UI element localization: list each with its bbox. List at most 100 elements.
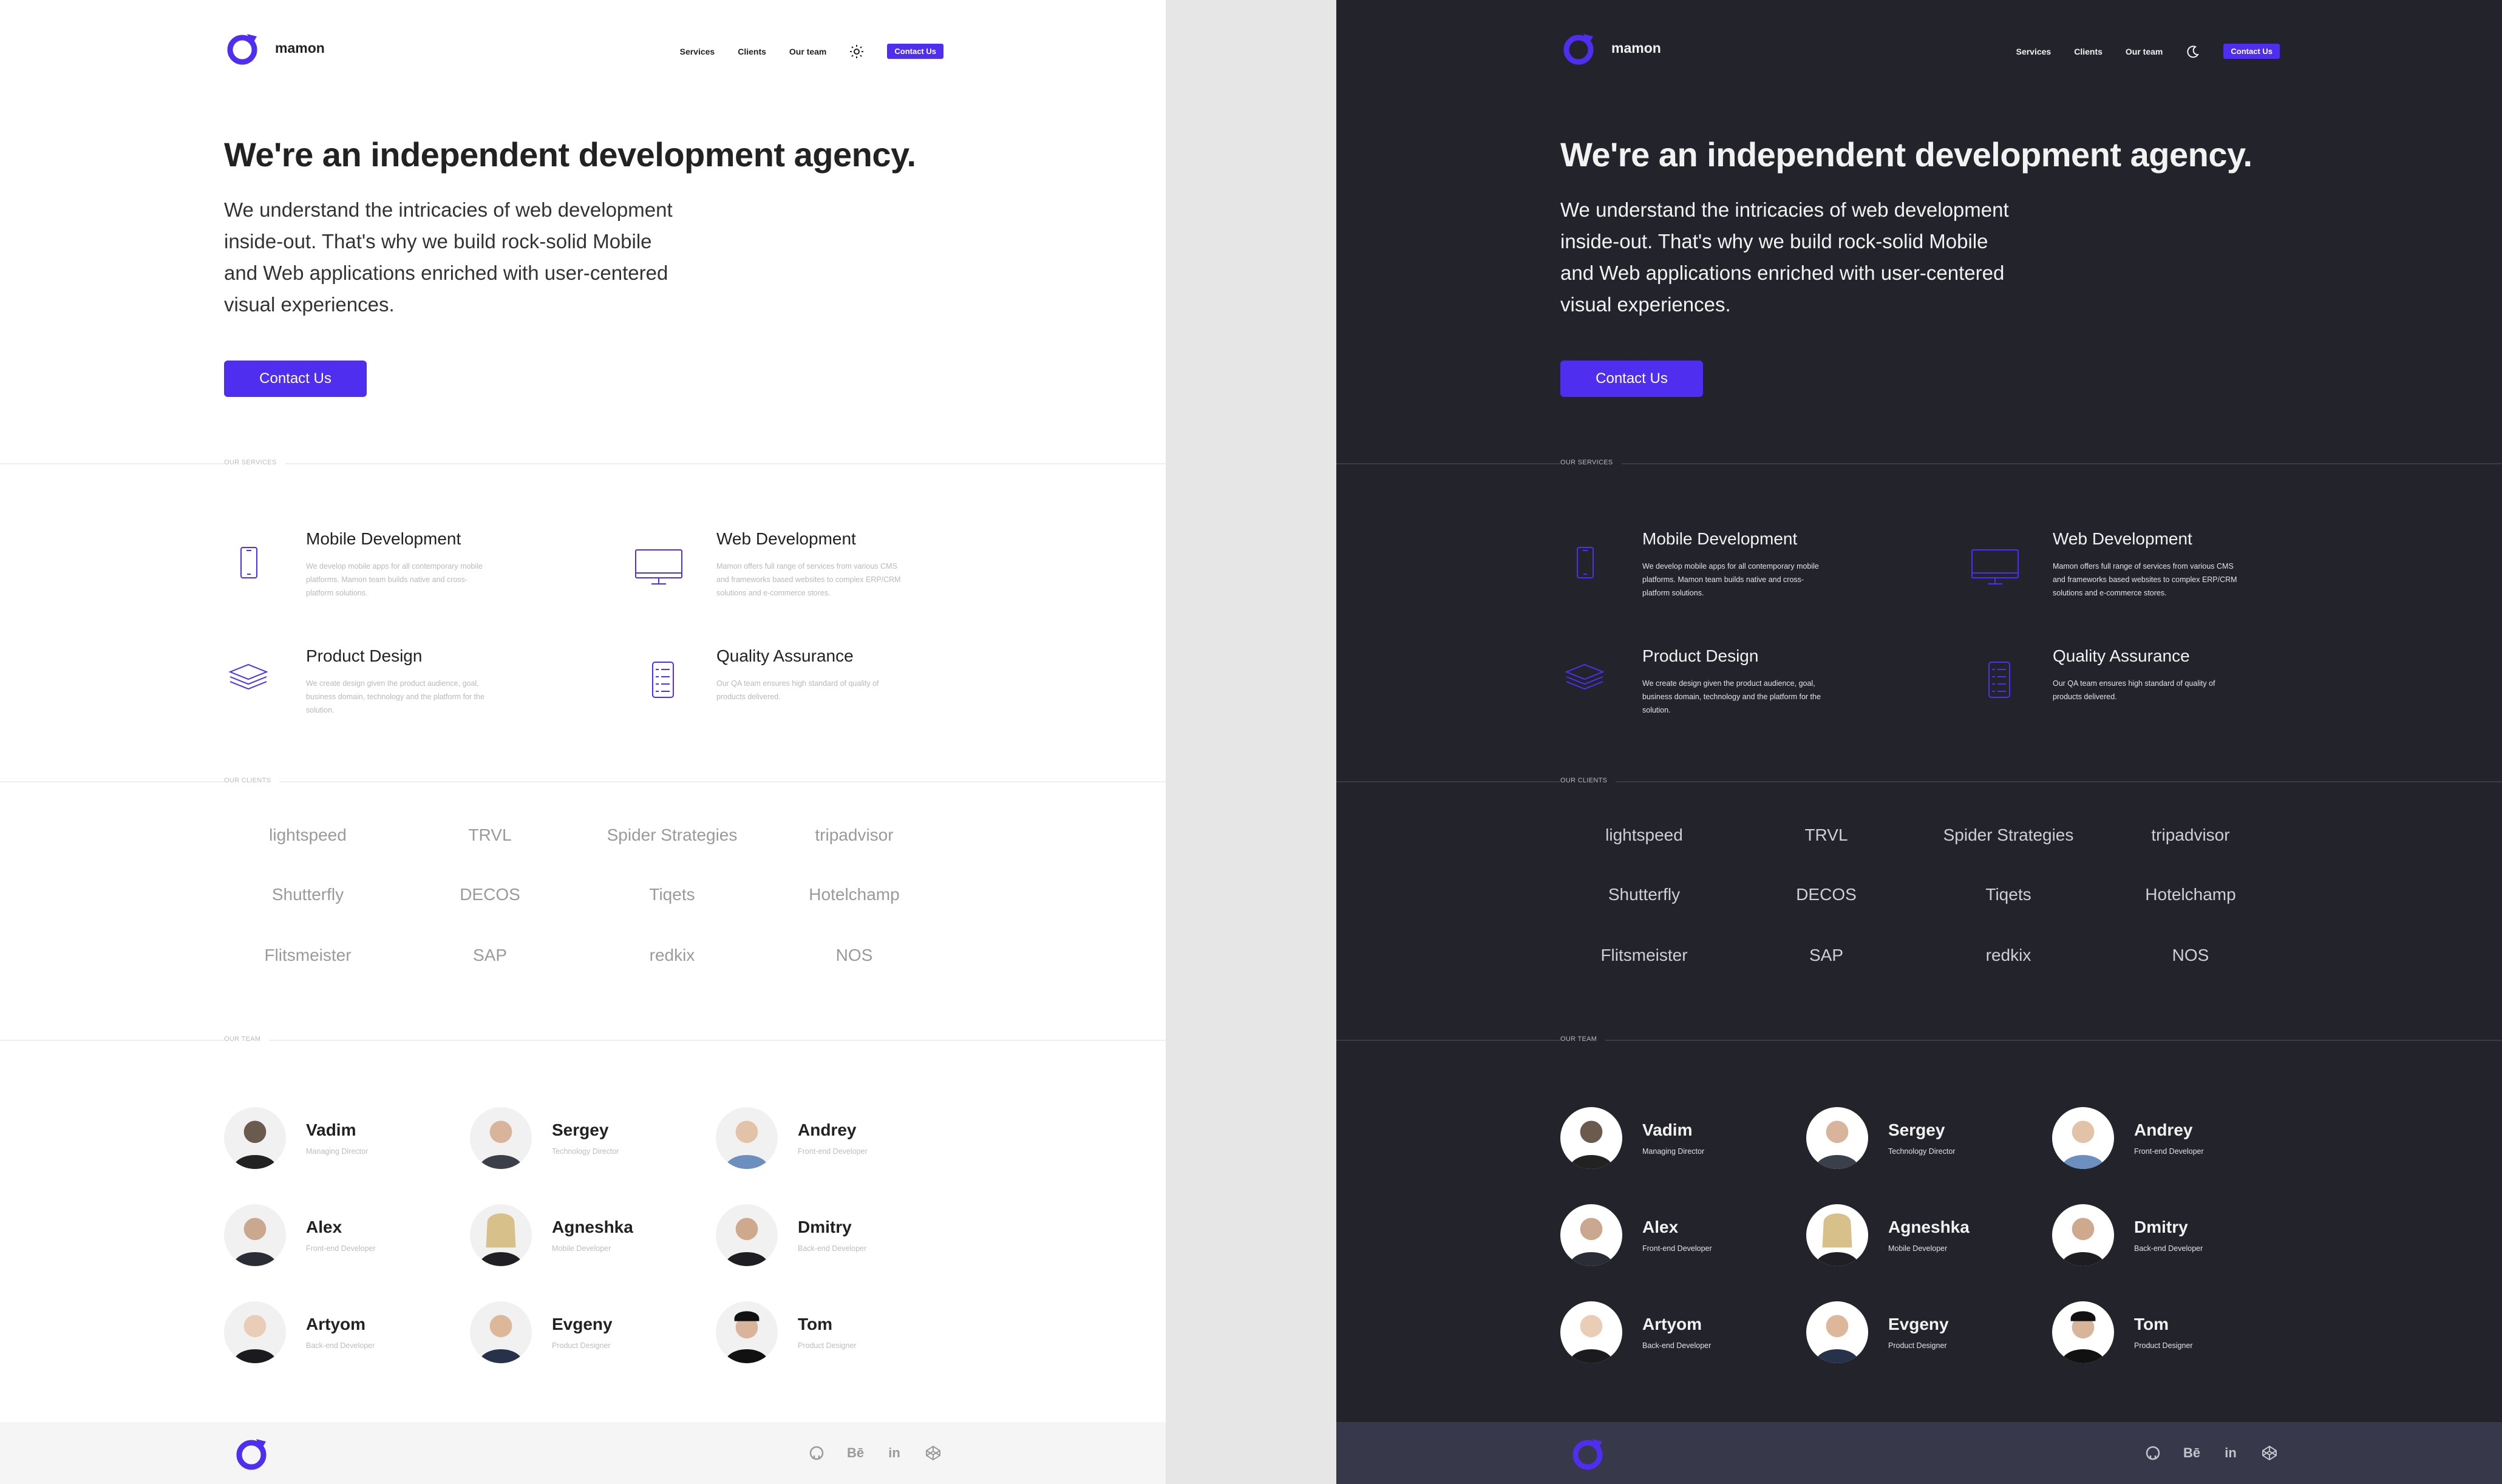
team-member: Artyom Back-end Developer [224, 1301, 455, 1368]
avatar [470, 1301, 532, 1363]
member-name: Dmitry [798, 1218, 852, 1236]
clients-divider [0, 781, 1166, 782]
team-member: Tom Product Designer [716, 1301, 947, 1368]
team-member: Andrey Front-end Developer [716, 1107, 947, 1174]
linkedin-icon[interactable]: in [2222, 1444, 2240, 1462]
avatar [716, 1204, 778, 1266]
client-logo: Spider Strategies [607, 825, 738, 844]
behance-icon[interactable]: Bē [846, 1444, 865, 1462]
nav-services[interactable]: Services [680, 47, 715, 56]
nav-services[interactable]: Services [2016, 47, 2052, 56]
mamon-logo-icon[interactable] [1560, 30, 1597, 67]
member-role: Mobile Developer [552, 1244, 611, 1253]
avatar [1806, 1107, 1868, 1169]
member-role: Front-end Developer [798, 1147, 868, 1156]
service-desc: Mamon offers full range of services from… [716, 562, 901, 597]
mamon-logo-icon[interactable] [224, 30, 260, 67]
github-icon[interactable] [807, 1444, 826, 1462]
member-name: Agneshka [1888, 1218, 1970, 1236]
member-name: Evgeny [552, 1315, 613, 1333]
service-design: Product Design We create design given th… [224, 646, 588, 731]
service-web: Web Development Mamon offers full range … [634, 529, 999, 614]
section-label-team: OUR TEAM [1560, 1035, 1606, 1043]
linkedin-icon[interactable]: in [885, 1444, 903, 1462]
mamon-logo-icon[interactable] [1569, 1435, 1606, 1472]
codepen-icon[interactable] [2260, 1444, 2279, 1462]
contact-us-button[interactable]: Contact Us [224, 361, 367, 397]
main-nav: Services Clients Our team Contact Us [2016, 44, 2280, 59]
nav-our-team[interactable]: Our team [789, 47, 826, 56]
behance-icon[interactable]: Bē [2183, 1444, 2201, 1462]
service-title: Product Design [1642, 646, 1759, 665]
team-member: Vadim Managing Director [224, 1107, 455, 1174]
hero-title: We're an independent development agency. [1560, 135, 2252, 174]
member-role: Product Designer [798, 1341, 857, 1350]
avatar [2052, 1204, 2114, 1266]
member-role: Technology Director [552, 1147, 619, 1156]
checklist-icon [1988, 662, 2010, 698]
nav-contact-button[interactable]: Contact Us [2223, 44, 2280, 59]
service-title: Mobile Development [306, 529, 461, 548]
site-footer: Bē in [0, 1422, 1166, 1484]
services-divider [0, 463, 1166, 464]
brand-name: mamon [275, 40, 325, 56]
client-logo: redkix [649, 946, 695, 964]
member-name: Artyom [1642, 1315, 1702, 1333]
clients-divider [1336, 781, 2502, 782]
nav-clients[interactable]: Clients [2074, 47, 2103, 56]
member-role: Back-end Developer [306, 1341, 375, 1350]
team-member: Andrey Front-end Developer [2052, 1107, 2283, 1174]
nav-our-team[interactable]: Our team [2126, 47, 2163, 56]
codepen-icon[interactable] [924, 1444, 942, 1462]
member-name: Tom [798, 1315, 833, 1333]
hero-text: We understand the intricacies of web dev… [224, 198, 673, 316]
client-logo: Flitsmeister [1600, 946, 1688, 964]
avatar [2052, 1107, 2114, 1169]
contact-us-button[interactable]: Contact Us [1560, 361, 1703, 397]
service-desc: Our QA team ensures high standard of qua… [2053, 679, 2215, 701]
site-header: mamon Services Clients Our team Contact … [1560, 30, 2280, 70]
service-title: Product Design [306, 646, 423, 665]
team-member: Agneshka Mobile Developer [470, 1204, 701, 1271]
avatar [716, 1107, 778, 1169]
member-name: Sergey [1888, 1120, 1945, 1139]
client-logo: Shutterfly [1608, 885, 1681, 904]
client-logo: NOS [2172, 946, 2209, 964]
brand-name: mamon [1611, 40, 1661, 56]
main-nav: Services Clients Our team Contact Us [680, 44, 943, 59]
member-role: Front-end Developer [1642, 1244, 1712, 1253]
nav-clients[interactable]: Clients [738, 47, 766, 56]
client-logo: Tiqets [1985, 885, 2031, 904]
client-logo: SAP [472, 946, 508, 964]
nav-contact-button[interactable]: Contact Us [887, 44, 943, 59]
client-logo: Tiqets [649, 885, 695, 904]
section-label-team: OUR TEAM [224, 1035, 270, 1043]
social-links: Bē in [2144, 1444, 2279, 1462]
moon-icon[interactable] [2186, 44, 2200, 59]
section-label-services: OUR SERVICES [1560, 459, 1622, 466]
avatar [470, 1204, 532, 1266]
service-design: Product Design We create design given th… [1560, 646, 1925, 731]
team-divider [0, 1040, 1166, 1041]
member-name: Evgeny [1888, 1315, 1949, 1333]
layers-icon [1565, 663, 1605, 690]
member-name: Sergey [552, 1120, 609, 1139]
member-name: Alex [306, 1218, 342, 1236]
github-icon[interactable] [2144, 1444, 2162, 1462]
member-name: Artyom [306, 1315, 366, 1333]
mamon-logo-icon[interactable] [233, 1435, 270, 1472]
dark-theme-page: mamon Services Clients Our team Contact … [1336, 0, 2502, 1484]
section-label-clients: OUR CLIENTS [1560, 777, 1616, 784]
service-qa: Quality Assurance Our QA team ensures hi… [634, 646, 999, 731]
member-role: Back-end Developer [798, 1244, 867, 1253]
client-logo: tripadvisor [2151, 825, 2230, 844]
sun-icon[interactable] [849, 44, 864, 59]
member-role: Product Designer [1888, 1341, 1947, 1350]
member-name: Tom [2134, 1315, 2169, 1333]
member-name: Andrey [798, 1120, 857, 1139]
checklist-icon [652, 662, 674, 698]
team-member: Artyom Back-end Developer [1560, 1301, 1791, 1368]
avatar [224, 1107, 286, 1169]
member-name: Andrey [2134, 1120, 2193, 1139]
member-name: Dmitry [2134, 1218, 2188, 1236]
